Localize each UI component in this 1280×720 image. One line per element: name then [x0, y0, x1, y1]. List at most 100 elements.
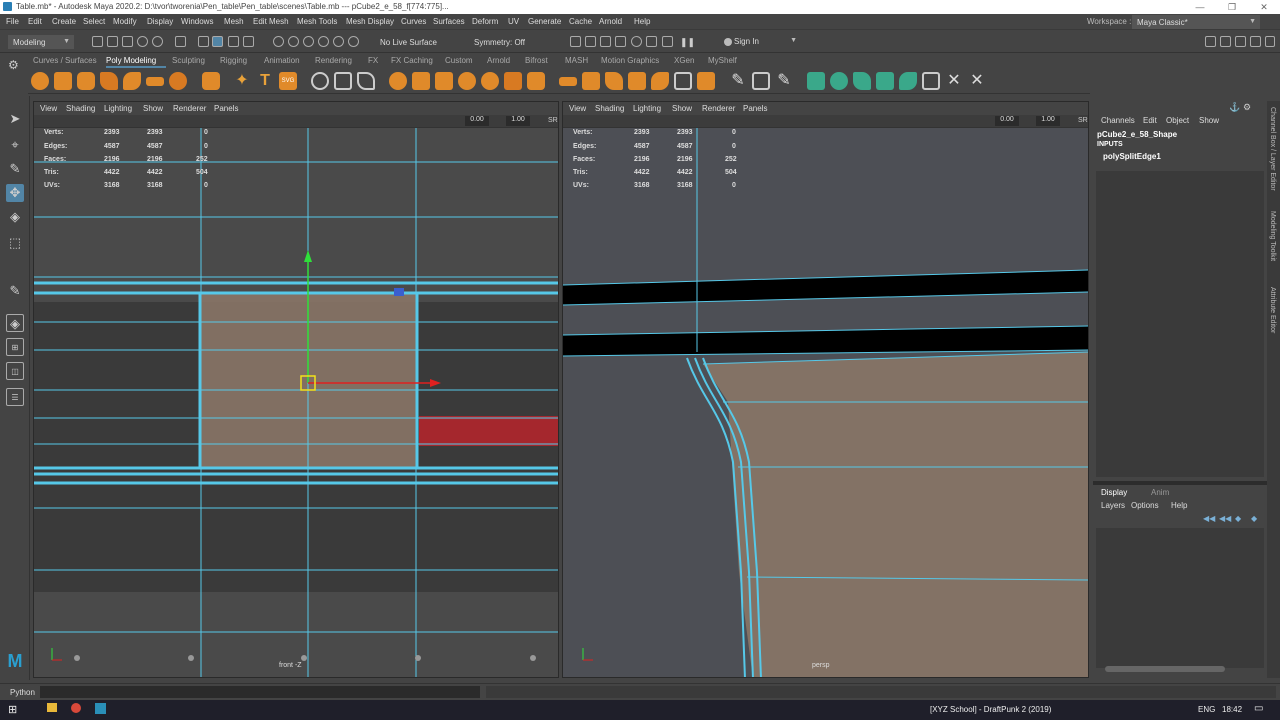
exposure-field[interactable]: 0.00 [995, 116, 1019, 126]
menu-cache[interactable]: Cache [569, 17, 592, 26]
tray-language[interactable]: ENG [1198, 705, 1215, 714]
poly-torus-icon[interactable] [123, 72, 141, 90]
snap-grid-icon[interactable] [273, 36, 284, 47]
vp-menu-lighting[interactable]: Lighting [633, 104, 661, 113]
side-tab-channel-box[interactable]: Channel Box / Layer Editor [1269, 107, 1276, 191]
boolean-difference-icon[interactable] [412, 72, 430, 90]
menu-arnold[interactable]: Arnold [599, 17, 622, 26]
notification-icon[interactable]: ▭ [1254, 703, 1263, 714]
vp-menu-lighting[interactable]: Lighting [104, 104, 132, 113]
ipr-render-icon[interactable] [600, 36, 611, 47]
shelf-tab-motion-graphics[interactable]: Motion Graphics [601, 56, 659, 65]
type-tool-icon[interactable]: T [256, 72, 274, 90]
vp-menu-shading[interactable]: Shading [66, 104, 95, 113]
paint-select-icon[interactable]: ✎ [6, 160, 24, 178]
shelf-tab-fx-caching[interactable]: FX Caching [391, 56, 433, 65]
shelf-tab-poly-modeling[interactable]: Poly Modeling [106, 56, 156, 65]
menu-edit[interactable]: Edit [28, 17, 42, 26]
two-pane-layout-icon[interactable]: ◫ [6, 362, 24, 380]
vp-menu-show[interactable]: Show [143, 104, 163, 113]
separate-icon[interactable] [334, 72, 352, 90]
layer-menu-help[interactable]: Help [1171, 501, 1187, 510]
channel-box-pin-icon[interactable]: ⚓ [1229, 102, 1240, 113]
menu-create[interactable]: Create [52, 17, 76, 26]
select-tool-icon[interactable]: ➤ [6, 110, 24, 128]
hypershade-icon[interactable] [631, 36, 642, 47]
snap-projected-icon[interactable] [318, 36, 329, 47]
sculpt-tool-icon[interactable]: ✎ [729, 72, 747, 90]
select-hierarchy-icon[interactable] [175, 36, 186, 47]
attribute-editor-icon[interactable] [1220, 36, 1231, 47]
poly-disc-icon[interactable] [169, 72, 187, 90]
channel-box-tab-object[interactable]: Object [1166, 116, 1189, 125]
tray-task-label[interactable]: [XYZ School] - DraftPunk 2 (2019) [930, 705, 1051, 714]
channel-box-input-node[interactable]: polySplitEdge1 [1103, 152, 1161, 161]
render-settings-icon[interactable] [615, 36, 626, 47]
append-polygon-icon[interactable] [628, 72, 646, 90]
menu-select[interactable]: Select [83, 17, 105, 26]
shelf-tab-myshelf[interactable]: MyShelf [708, 56, 737, 65]
layer-move-up-icon[interactable]: ◀◀ [1203, 514, 1215, 523]
arnold-ipr-icon[interactable] [662, 36, 673, 47]
uv-editor-icon[interactable] [899, 72, 917, 90]
snap-curve-icon[interactable] [288, 36, 299, 47]
camera-based-mapping-icon[interactable] [876, 72, 894, 90]
snap-view-plane-icon[interactable] [333, 36, 344, 47]
extrude-icon[interactable] [559, 77, 577, 86]
cylindrical-mapping-icon[interactable] [853, 72, 871, 90]
new-scene-icon[interactable] [92, 36, 103, 47]
shelf-tab-custom[interactable]: Custom [445, 56, 473, 65]
reduce-icon[interactable] [504, 72, 522, 90]
menu-mesh-display[interactable]: Mesh Display [346, 17, 394, 26]
boolean-union-icon[interactable] [389, 72, 407, 90]
channel-box-object-name[interactable]: pCube2_e_58_Shape [1097, 130, 1177, 139]
menu-modify[interactable]: Modify [113, 17, 137, 26]
cut-uv-icon[interactable]: ✕ [945, 72, 963, 90]
layer-menu-options[interactable]: Options [1131, 501, 1159, 510]
rotate-tool-icon[interactable]: ◈ [6, 208, 24, 226]
poly-sphere-icon[interactable] [31, 72, 49, 90]
layer-scrollbar[interactable] [1105, 666, 1225, 672]
make-live-icon[interactable] [348, 36, 359, 47]
side-tab-modeling-toolkit[interactable]: Modeling Toolkit [1269, 211, 1276, 261]
restore-icon[interactable]: ❐ [1218, 0, 1246, 14]
shelf-tab-animation[interactable]: Animation [264, 56, 300, 65]
poly-cylinder-icon[interactable] [77, 72, 95, 90]
vp-menu-show[interactable]: Show [672, 104, 692, 113]
channel-box-settings-icon[interactable]: ⚙ [1243, 102, 1251, 113]
chrome-icon[interactable] [71, 703, 81, 713]
select-by-object-icon[interactable] [198, 36, 209, 47]
vp-menu-panels[interactable]: Panels [743, 104, 767, 113]
poly-cube-icon[interactable] [54, 72, 72, 90]
platonic-solid-icon[interactable] [202, 72, 220, 90]
open-scene-icon[interactable] [107, 36, 118, 47]
shelf-settings-gear-icon[interactable]: ⚙ [8, 58, 19, 72]
fill-hole-icon[interactable] [481, 72, 499, 90]
tool-settings-icon[interactable] [1235, 36, 1246, 47]
modeling-toolkit-icon[interactable] [1205, 36, 1216, 47]
file-explorer-icon[interactable] [47, 703, 57, 712]
select-vertex-icon[interactable] [228, 36, 239, 47]
shelf-tab-curves-surfaces[interactable]: Curves / Surfaces [33, 56, 97, 65]
menu-edit-mesh[interactable]: Edit Mesh [253, 17, 289, 26]
render-view-icon[interactable] [570, 36, 581, 47]
snap-point-icon[interactable] [303, 36, 314, 47]
select-edge-icon[interactable] [243, 36, 254, 47]
viewport-front[interactable]: View Shading Lighting Show Renderer Pane… [33, 101, 559, 678]
vp-menu-renderer[interactable]: Renderer [173, 104, 206, 113]
quad-draw-icon[interactable] [752, 72, 770, 90]
single-pane-layout-icon[interactable]: ◈ [6, 314, 24, 332]
new-layer-selected-icon[interactable]: ◆ [1251, 514, 1257, 523]
bevel-icon[interactable] [605, 72, 623, 90]
save-scene-icon[interactable] [122, 36, 133, 47]
shelf-tab-sculpting[interactable]: Sculpting [172, 56, 205, 65]
panel-splitter[interactable] [1093, 481, 1267, 485]
menu-windows[interactable]: Windows [181, 17, 213, 26]
channel-box-tab-show[interactable]: Show [1199, 116, 1219, 125]
remesh-icon[interactable] [527, 72, 545, 90]
shelf-tab-bifrost[interactable]: Bifrost [525, 56, 548, 65]
live-surface-label[interactable]: No Live Surface [380, 38, 437, 47]
shelf-tab-xgen[interactable]: XGen [674, 56, 694, 65]
poly-cone-icon[interactable] [100, 72, 118, 90]
menu-generate[interactable]: Generate [528, 17, 561, 26]
